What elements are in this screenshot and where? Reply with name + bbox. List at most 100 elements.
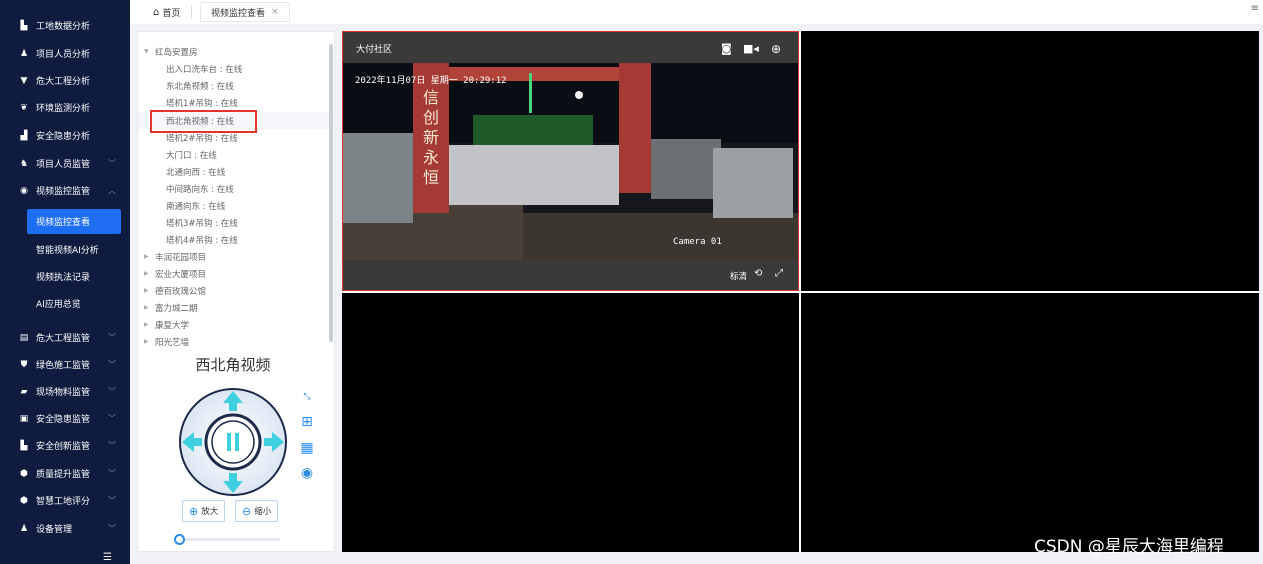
- bar-chart-icon: ▟: [20, 130, 28, 141]
- sidebar-item-hazard-supervision[interactable]: ▤ 危大工程监管 ﹀: [0, 324, 130, 351]
- tree-leaf-label: 塔机4#吊钩 : 在线: [166, 235, 238, 246]
- sidebar-subitem-video-view[interactable]: 视频监控查看: [27, 209, 121, 234]
- home-icon: ⌂: [153, 6, 160, 18]
- video-stream[interactable]: 信 创 新 永 恒 2022年11月07日 星期一 20:29:12 Camer…: [343, 63, 798, 260]
- chevron-up-icon: ︿: [108, 186, 116, 195]
- ptz-camera-title: 西北角视频: [195, 356, 271, 374]
- tree-leaf[interactable]: 北通向西 : 在线: [166, 163, 225, 180]
- sidebar-item-safety-analysis[interactable]: ▟ 安全隐患分析: [0, 122, 130, 149]
- menu-icon[interactable]: ≡: [1251, 3, 1259, 14]
- tree-leaf[interactable]: 塔机4#吊钩 : 在线: [166, 231, 238, 248]
- caret-right-icon: ▶: [144, 270, 149, 277]
- tree-leaf-selected[interactable]: 西北角视频 : 在线: [138, 112, 330, 129]
- video-cell-empty[interactable]: [342, 293, 799, 552]
- ptz-control-pad[interactable]: [178, 387, 288, 497]
- caret-right-icon: ▶: [144, 253, 149, 260]
- sidebar-item-hazard-analysis[interactable]: ▼ 危大工程分析: [0, 67, 130, 94]
- chevron-down-icon: ﹀: [108, 469, 116, 478]
- tree-node-project[interactable]: ▶ 德百玫瑰公馆: [144, 282, 206, 299]
- speed-slider-handle[interactable]: [174, 534, 185, 545]
- grid-2x2-icon[interactable]: ⊞: [298, 413, 316, 431]
- sidebar-collapse-icon[interactable]: ☰: [103, 552, 112, 563]
- sidebar-subitem-ai-overview[interactable]: AI应用总览: [0, 290, 130, 317]
- grid-3x3-icon[interactable]: ▦: [298, 439, 316, 457]
- tree-leaf[interactable]: 南通向东 : 在线: [166, 197, 225, 214]
- svg-text:永: 永: [423, 148, 439, 167]
- user-icon: ♟: [19, 48, 29, 59]
- speed-slider-track[interactable]: [180, 538, 280, 541]
- sidebar-item-smart-site-score[interactable]: ⬢ 智慧工地评分 ﹀: [0, 487, 130, 514]
- zoom-out-button[interactable]: ⊖ 缩小: [235, 500, 279, 522]
- tree-node-project[interactable]: ▶ 富力城二期: [144, 299, 198, 316]
- zoom-in-icon[interactable]: ⊕: [771, 42, 781, 56]
- sidebar-item-safety-supervision[interactable]: ▣ 安全隐患监管 ﹀: [0, 405, 130, 432]
- video-cell-empty[interactable]: [801, 31, 1259, 291]
- caret-down-icon: ▼: [144, 48, 149, 55]
- expand-arrows-icon[interactable]: ⤡: [298, 388, 316, 406]
- sidebar-item-label: 安全创新监管: [36, 442, 91, 452]
- tree-leaf-label: 塔机1#吊钩 : 在线: [166, 98, 238, 109]
- tab-video-label: 视频监控查看: [211, 8, 266, 19]
- sidebar-subitem-label: AI应用总览: [36, 300, 81, 310]
- sidebar-item-materials-supervision[interactable]: ▰ 现场物料监管 ﹀: [0, 378, 130, 405]
- sidebar-item-device-management[interactable]: ♟ 设备管理 ﹀: [0, 515, 130, 542]
- sidebar-item-label: 视频监控监管: [36, 187, 91, 197]
- video-cell-empty[interactable]: [801, 293, 1259, 552]
- mouse-icon[interactable]: ◉: [298, 464, 316, 482]
- snapshot-camera-icon[interactable]: ◙: [721, 42, 732, 55]
- tree-leaf[interactable]: 中间路向东 : 在线: [166, 180, 234, 197]
- svg-text:信: 信: [423, 88, 439, 107]
- zoom-in-button[interactable]: ⊕ 放大: [182, 500, 226, 522]
- tree-node-label: 丰润花园项目: [155, 252, 207, 263]
- tree-leaf[interactable]: 大门口 : 在线: [166, 146, 217, 163]
- video-cell-active[interactable]: 大付社区 ◙ ■◂ ⊕ 信 创 新 永 恒 2022年11月07日 星期一 20…: [342, 31, 799, 291]
- tree-leaf[interactable]: 塔机3#吊钩 : 在线: [166, 214, 238, 231]
- camera-icon: ◉: [20, 185, 28, 196]
- sidebar-item-site-data-analysis[interactable]: ▙ 工地数据分析: [0, 12, 130, 39]
- tree-node-project[interactable]: ▶ 康复大学: [144, 316, 189, 333]
- close-icon[interactable]: ×: [271, 7, 279, 17]
- tree-node-project[interactable]: ▶ 宏业大厦项目: [144, 265, 206, 282]
- zoom-in-label: 放大: [201, 507, 219, 517]
- sidebar-item-personnel-supervision[interactable]: ♞ 项目人员监管 ﹀: [0, 150, 130, 177]
- sidebar-item-label: 环境监测分析: [36, 104, 91, 114]
- sidebar-item-environment-analysis[interactable]: ❦ 环境监测分析: [0, 94, 130, 121]
- tab-video-view[interactable]: 视频监控查看 ×: [200, 2, 290, 22]
- tree-leaf[interactable]: 出入口洗车台 : 在线: [166, 60, 242, 77]
- tree-leaf-label: 大门口 : 在线: [166, 150, 217, 161]
- svg-text:新: 新: [423, 128, 439, 147]
- sidebar-item-green-construction[interactable]: ⛊ 绿色施工监管 ﹀: [0, 351, 130, 378]
- tree-scrollbar[interactable]: [329, 44, 333, 342]
- tab-home-label: 首页: [162, 8, 181, 19]
- sidebar-item-quality-supervision[interactable]: ⬢ 质量提升监管 ﹀: [0, 460, 130, 487]
- tree-node-root[interactable]: ▼ 红岛安置房: [144, 43, 198, 60]
- camera-tree-panel: ▼ 红岛安置房 出入口洗车台 : 在线 东北角视频 : 在线 塔机1#吊钩 : 在…: [137, 31, 335, 552]
- tree-leaf[interactable]: 塔机1#吊钩 : 在线: [166, 94, 238, 111]
- tab-home[interactable]: ⌂ 首页: [145, 2, 188, 22]
- tree-node-label: 阳光艺墙: [155, 337, 190, 348]
- chevron-down-icon: ﹀: [108, 496, 116, 505]
- sidebar-item-innovation-supervision[interactable]: ▙ 安全创新监管 ﹀: [0, 432, 130, 459]
- sidebar-item-label: 现场物料监管: [36, 388, 91, 398]
- tree-leaf[interactable]: 塔机2#吊钩 : 在线: [166, 129, 238, 146]
- fullscreen-icon[interactable]: ⤢: [775, 268, 783, 279]
- tree-leaf-label: 出入口洗车台 : 在线: [166, 64, 243, 75]
- tree-node-project[interactable]: ▶ 阳光艺墙: [144, 333, 189, 350]
- quality-toggle-button[interactable]: 标清: [730, 270, 747, 282]
- sidebar-subitem-label: 视频执法记录: [36, 273, 91, 283]
- replay-icon[interactable]: ⟲: [754, 268, 762, 279]
- sidebar-subitem-enforcement-record[interactable]: 视频执法记录: [0, 263, 130, 290]
- building-icon: ▙: [20, 20, 28, 31]
- caret-right-icon: ▶: [144, 321, 149, 328]
- tree-leaf-label: 南通向东 : 在线: [166, 201, 226, 212]
- sidebar-subitem-ai-video[interactable]: 智能视频AI分析: [0, 236, 130, 263]
- tree-node-project[interactable]: ▶ 丰润花园项目: [144, 248, 206, 265]
- tree-leaf-label: 塔机2#吊钩 : 在线: [166, 133, 238, 144]
- sidebar-item-video-supervision[interactable]: ◉ 视频监控监管 ︿: [0, 177, 130, 204]
- tree-leaf[interactable]: 东北角视频 : 在线: [166, 77, 234, 94]
- caret-right-icon: ▶: [144, 287, 149, 294]
- record-video-icon[interactable]: ■◂: [743, 42, 759, 55]
- tree-node-label: 康复大学: [155, 320, 190, 331]
- sidebar-item-personnel-analysis[interactable]: ♟ 项目人员分析: [0, 40, 130, 67]
- sidebar-item-label: 项目人员分析: [36, 50, 91, 60]
